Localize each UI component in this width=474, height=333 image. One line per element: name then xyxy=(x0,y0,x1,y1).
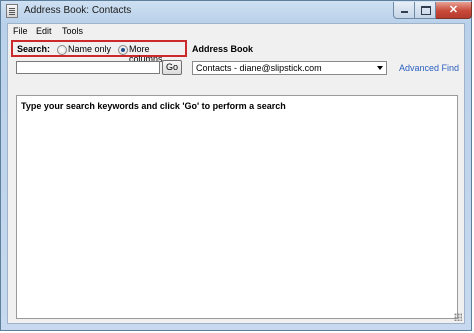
go-button[interactable]: Go xyxy=(162,60,182,75)
search-input[interactable] xyxy=(16,61,160,74)
address-book-label: Address Book xyxy=(192,44,254,54)
menu-tools[interactable]: Tools xyxy=(62,26,83,36)
address-book-icon xyxy=(6,4,18,18)
close-button[interactable]: ✕ xyxy=(436,2,472,19)
search-label: Search: xyxy=(17,44,51,54)
address-book-window: Address Book: Contacts ✕ File Edit Tools… xyxy=(0,0,472,331)
address-book-select-value: Contacts - diane@slipstick.com xyxy=(196,63,322,73)
results-list[interactable]: Type your search keywords and click 'Go'… xyxy=(16,95,458,319)
window-title: Address Book: Contacts xyxy=(24,5,132,16)
name-only-label[interactable]: Name only xyxy=(68,44,111,54)
chevron-down-icon[interactable] xyxy=(377,66,383,70)
address-book-select[interactable]: Contacts - diane@slipstick.com xyxy=(192,61,387,75)
advanced-find-link[interactable]: Advanced Find xyxy=(399,63,459,73)
title-bar[interactable]: Address Book: Contacts ✕ xyxy=(1,1,472,23)
close-icon: ✕ xyxy=(448,4,459,16)
resize-grip-icon[interactable] xyxy=(454,313,462,321)
results-message: Type your search keywords and click 'Go'… xyxy=(21,101,286,111)
minimize-button[interactable] xyxy=(393,2,415,19)
menu-edit[interactable]: Edit xyxy=(36,26,52,36)
name-only-radio[interactable] xyxy=(57,45,67,55)
menu-bar: File Edit Tools xyxy=(8,24,464,38)
maximize-button[interactable] xyxy=(415,2,436,19)
window-client-area: File Edit Tools Search: Name only More c… xyxy=(7,23,465,324)
menu-file[interactable]: File xyxy=(13,26,28,36)
more-columns-radio[interactable] xyxy=(118,45,128,55)
search-mode-group: Search: Name only More columns xyxy=(11,40,187,64)
